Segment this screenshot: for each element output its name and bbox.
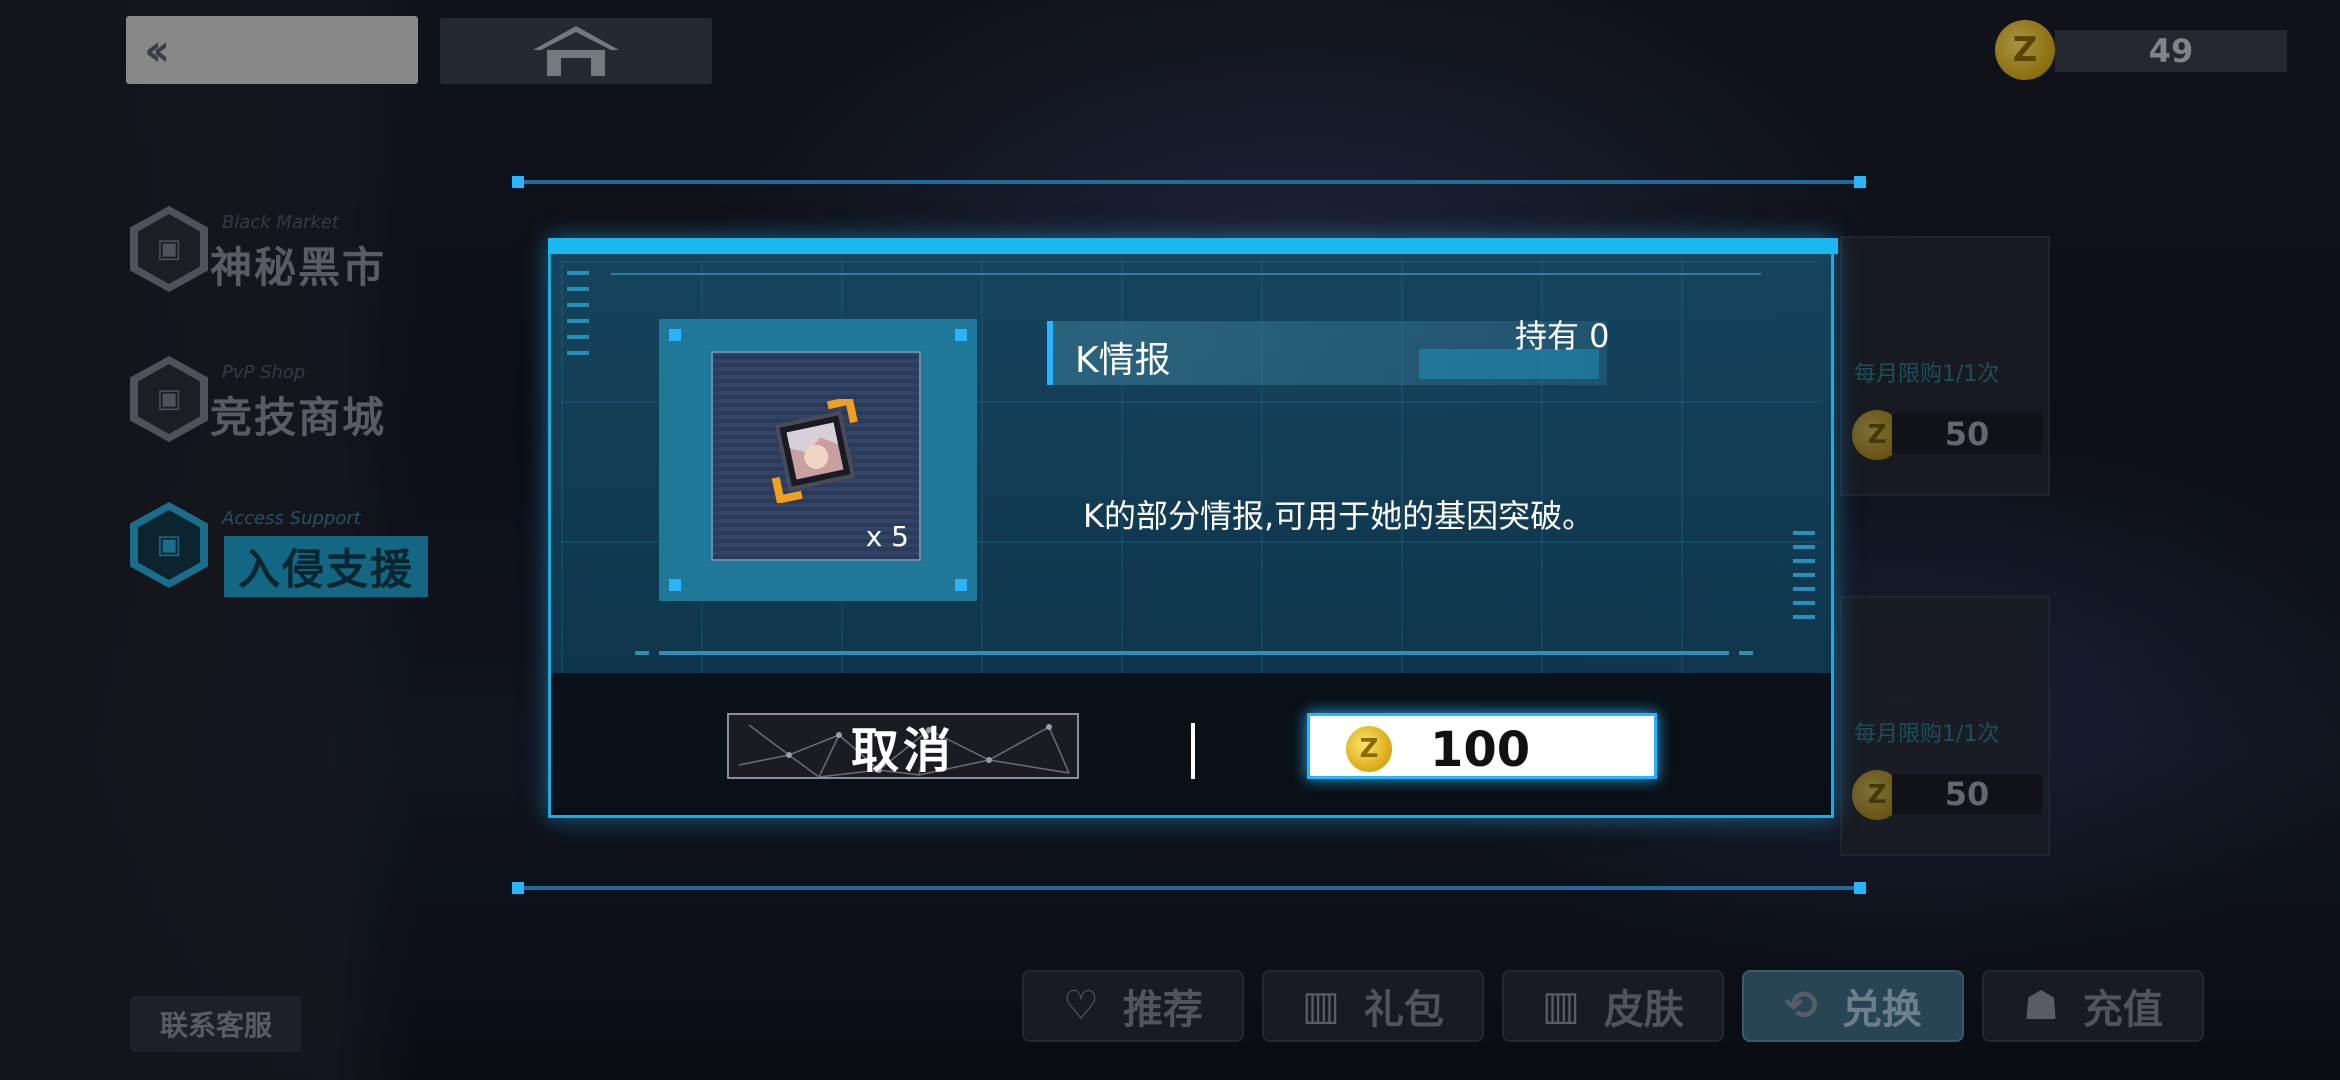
dialog-inner-line — [611, 273, 1761, 275]
frame-corner — [1854, 176, 1866, 188]
confirm-purchase-button[interactable]: Z 100 — [1307, 713, 1657, 779]
item-icon: x 5 — [711, 351, 921, 561]
coin-icon: Z — [1346, 726, 1392, 772]
dialog-ticks — [1793, 531, 1815, 629]
confirm-price: 100 — [1430, 722, 1531, 778]
character-portrait-icon — [771, 399, 858, 503]
divider — [1739, 651, 1753, 655]
owned-count: 持有 0 — [1515, 317, 1610, 355]
item-quantity: x 5 — [865, 520, 909, 553]
item-description: K的部分情报,可用于她的基因突破。 — [1083, 497, 1595, 535]
frame-corner — [512, 176, 524, 188]
cancel-button[interactable]: 取消 — [727, 713, 1079, 779]
item-frame: x 5 — [659, 319, 977, 601]
dialog-footer: 取消 Z 100 — [551, 673, 1831, 815]
frame-corner — [512, 882, 524, 894]
purchase-dialog: x 5 K情报 持有 0 K的部分情报,可用于她的基因突破。 取消 Z 100 — [548, 238, 1838, 818]
divider — [635, 651, 649, 655]
divider — [659, 651, 1729, 655]
frame-line-bottom — [518, 886, 1864, 890]
item-name: K情报 — [1075, 340, 1171, 381]
dialog-top-bar — [548, 238, 1838, 254]
cancel-label: 取消 — [850, 723, 955, 779]
button-separator — [1191, 723, 1195, 779]
frame-line-top — [518, 180, 1864, 184]
frame-corner — [1854, 882, 1866, 894]
dialog-ticks — [567, 271, 589, 367]
